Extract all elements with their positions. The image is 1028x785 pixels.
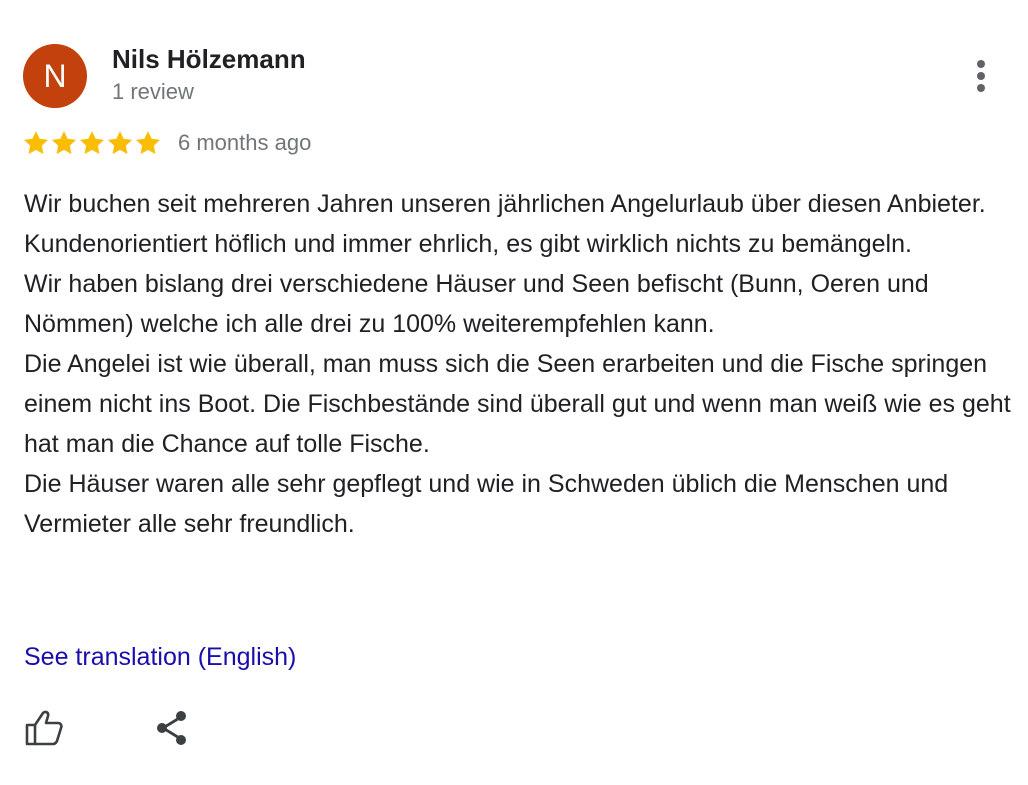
share-icon	[157, 711, 186, 745]
star-icon	[50, 129, 78, 157]
review-text: Wir buchen seit mehreren Jahren unseren …	[24, 184, 1014, 544]
rating-row: 6 months ago	[22, 129, 311, 157]
more-options-button[interactable]	[960, 55, 1002, 97]
more-vert-icon	[977, 60, 985, 92]
review-line: Die Häuser waren alle sehr gepflegt und …	[24, 470, 949, 538]
star-rating	[22, 129, 162, 157]
star-icon	[106, 129, 134, 157]
avatar-initial: N	[43, 57, 67, 94]
share-button[interactable]	[150, 706, 194, 750]
review-line: Kundenorientiert höflich und immer ehrli…	[24, 230, 912, 258]
star-icon	[22, 129, 50, 157]
avatar[interactable]: N	[23, 44, 87, 108]
review-time: 6 months ago	[178, 130, 312, 155]
thumbs-up-icon	[25, 710, 63, 746]
review-line: Die Angelei ist wie überall, man muss si…	[24, 350, 1011, 458]
like-button[interactable]	[22, 706, 66, 750]
reviewer-name[interactable]: Nils Hölzemann	[112, 44, 306, 75]
star-icon	[78, 129, 106, 157]
review-line: Wir buchen seit mehreren Jahren unseren …	[24, 190, 986, 218]
star-icon	[134, 129, 162, 157]
review-count: 1 review	[112, 79, 194, 104]
see-translation-link[interactable]: See translation (English)	[24, 643, 296, 672]
review-line: Wir haben bislang drei verschiedene Häus…	[24, 270, 929, 338]
